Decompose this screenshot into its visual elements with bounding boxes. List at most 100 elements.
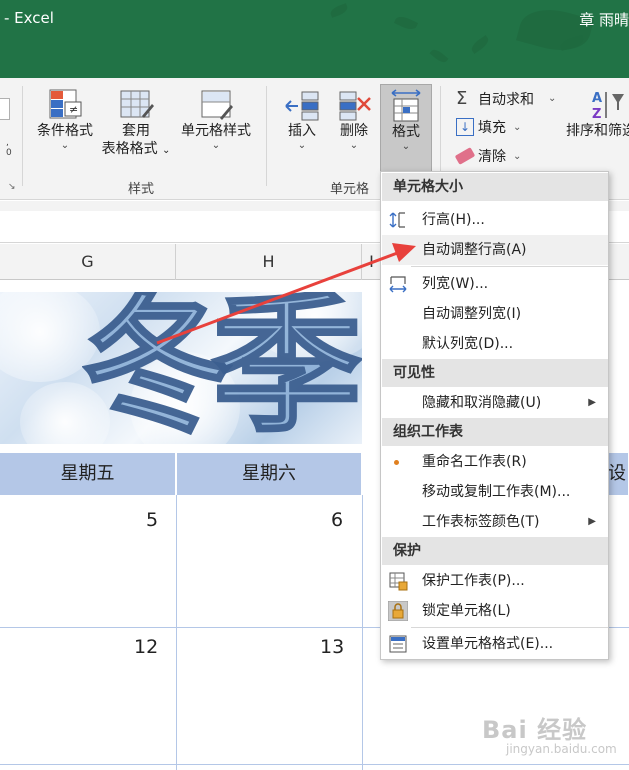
menu-item-move-copy-sheet[interactable]: 移动或复制工作表(M)...	[382, 477, 608, 507]
grid-line	[362, 495, 363, 770]
menu-item-row-height[interactable]: 行高(H)...	[382, 205, 608, 235]
chevron-down-icon: ⌄	[60, 140, 70, 151]
menu-item-label: 锁定单元格(L)	[422, 603, 511, 619]
cell-styles-label: 单元格样式	[181, 123, 251, 139]
date-cell[interactable]: 12	[134, 636, 158, 658]
delete-button[interactable]: 删除 ⌄	[332, 88, 376, 168]
column-header-g[interactable]: G	[0, 244, 176, 280]
sort-filter-label: 排序和筛选	[566, 123, 629, 139]
menu-item-protect-sheet[interactable]: 保护工作表(P)...	[382, 566, 608, 596]
day-header-friday: 星期五	[0, 453, 176, 495]
menu-item-label: 隐藏和取消隐藏(U)	[422, 395, 542, 411]
watermark-text: Bai 经验	[482, 716, 588, 744]
menu-item-label: 工作表标签颜色(T)	[422, 514, 540, 530]
cell-styles-button[interactable]: 单元格样式 ⌄	[176, 88, 256, 168]
menu-item-column-width[interactable]: 列宽(W)...	[382, 269, 608, 299]
banner-char-winter: 冬	[80, 292, 233, 444]
format-dropdown-menu: 单元格大小 行高(H)... 自动调整行高(A) 列宽(W)... 自动调整列宽…	[380, 171, 609, 660]
menu-item-rename-sheet[interactable]: 重命名工作表(R)	[382, 447, 608, 477]
menu-item-tab-color[interactable]: 工作表标签颜色(T) ▶	[382, 507, 608, 537]
autosum-button[interactable]: Σ 自动求和 ⌄	[456, 88, 556, 109]
menu-section-protection: 保护	[382, 537, 608, 565]
baidu-jingyan-watermark: Bai 经验 jingyan.baidu.com	[478, 710, 628, 766]
insert-button[interactable]: 插入 ⌄	[278, 88, 326, 168]
grid-line	[176, 495, 177, 770]
date-cell[interactable]: 13	[320, 636, 344, 658]
row-height-icon	[389, 212, 405, 228]
column-width-icon	[389, 276, 407, 293]
cell-styles-icon	[201, 90, 233, 120]
date-cell[interactable]: 6	[331, 509, 343, 531]
format-cells-icon	[391, 89, 421, 122]
autosum-label: 自动求和	[478, 91, 534, 108]
sort-filter-icon: A Z	[592, 91, 624, 122]
chevron-down-icon: ⌄	[513, 121, 522, 133]
menu-item-default-width[interactable]: 默认列宽(D)...	[382, 329, 608, 359]
sort-filter-button[interactable]: A Z 排序和筛选	[566, 88, 629, 168]
conditional-format-button[interactable]: ≠ 条件格式 ⌄	[32, 88, 98, 168]
svg-text:A: A	[592, 91, 602, 106]
menu-item-label: 设置单元格格式(E)...	[422, 636, 554, 652]
date-cell[interactable]: 5	[146, 509, 158, 531]
day-header-saturday: 星期六	[177, 453, 362, 495]
format-as-table-button[interactable]: 套用 表格格式 ⌄	[100, 88, 172, 168]
format-button[interactable]: 格式 ⌄	[380, 84, 432, 172]
fill-down-icon: ↓	[456, 118, 474, 136]
column-header-i[interactable]: I	[362, 244, 382, 280]
leaf-decoration	[329, 3, 349, 18]
submenu-arrow-icon: ▶	[588, 516, 596, 527]
menu-item-label: 自动调整列宽(I)	[422, 306, 522, 322]
protect-sheet-icon	[389, 572, 408, 591]
watermark-url: jingyan.baidu.com	[506, 742, 617, 756]
user-name[interactable]: 章 雨晴	[579, 9, 629, 30]
svg-text:≠: ≠	[69, 103, 78, 116]
menu-item-label: 列宽(W)...	[422, 276, 489, 292]
clear-button[interactable]: 清除 ⌄	[454, 146, 522, 166]
sigma-icon: Σ	[456, 88, 468, 109]
table-format-icon	[120, 90, 154, 118]
clear-label: 清除	[478, 149, 506, 165]
menu-item-lock-cell[interactable]: 锁定单元格(L)	[382, 596, 608, 626]
delete-cells-icon	[339, 91, 371, 121]
format-label: 格式	[392, 124, 420, 140]
submenu-arrow-icon: ▶	[588, 397, 596, 408]
group-separator	[22, 86, 23, 186]
menu-item-label: 保护工作表(P)...	[422, 573, 525, 589]
svg-text:Z: Z	[592, 107, 601, 122]
conditional-format-icon: ≠	[49, 89, 82, 119]
insert-cells-icon	[285, 91, 319, 121]
menu-section-cell-size: 单元格大小	[382, 173, 608, 201]
table-format-label-2: 表格格式 ⌄	[101, 141, 171, 157]
menu-separator	[411, 266, 608, 267]
table-format-label-1: 套用	[122, 123, 150, 139]
chevron-down-icon: ⌄	[211, 140, 221, 151]
leaf-decoration	[429, 47, 449, 65]
winter-banner-image: 冬 季	[0, 292, 362, 444]
group-separator	[266, 86, 267, 186]
insert-label: 插入	[288, 123, 316, 139]
menu-section-visibility: 可见性	[382, 359, 608, 387]
eraser-icon	[454, 147, 476, 165]
menu-section-organize: 组织工作表	[382, 418, 608, 446]
partial-label: ,0	[6, 138, 12, 158]
menu-item-autofit-column-width[interactable]: 自动调整列宽(I)	[382, 299, 608, 329]
fill-label: 填充	[478, 120, 506, 136]
menu-item-format-cells[interactable]: 设置单元格格式(E)...	[382, 629, 608, 659]
banner-char-season: 季	[210, 292, 362, 444]
styles-group-label: 样式	[128, 182, 155, 197]
menu-item-autofit-row-height[interactable]: 自动调整行高(A)	[382, 235, 608, 265]
chevron-down-icon: ⌄	[513, 150, 522, 162]
menu-item-label: 重命名工作表(R)	[422, 454, 527, 470]
column-header-h[interactable]: H	[176, 244, 362, 280]
menu-separator	[411, 627, 608, 628]
dialog-launcher-icon[interactable]: ↘	[8, 182, 16, 192]
fill-button[interactable]: ↓ 填充 ⌄	[456, 117, 521, 137]
menu-item-hide-unhide[interactable]: 隐藏和取消隐藏(U) ▶	[382, 388, 608, 418]
leaf-decoration	[469, 35, 491, 54]
menu-item-label: 自动调整行高(A)	[422, 242, 527, 258]
cells-group-label: 单元格	[330, 182, 370, 197]
format-cells-dialog-icon	[389, 635, 407, 653]
partial-dropdown[interactable]	[0, 98, 10, 120]
app-title: - Excel	[4, 9, 54, 27]
bullet-icon	[394, 460, 399, 465]
